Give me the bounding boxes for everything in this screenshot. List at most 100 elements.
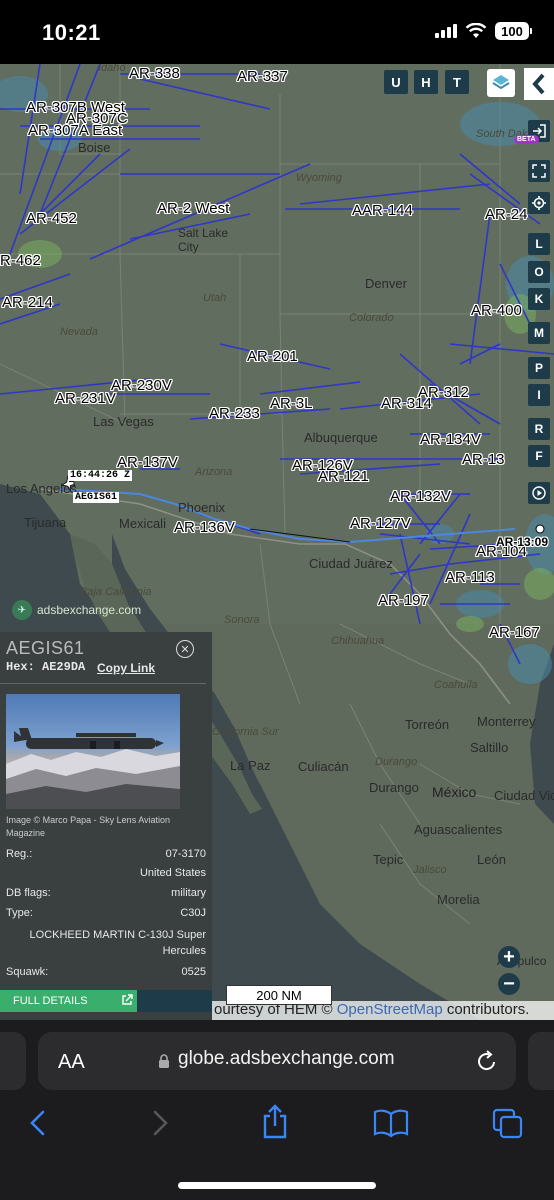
- db-flags-value: military: [171, 887, 206, 899]
- type-label: Type:: [6, 907, 33, 919]
- route-label[interactable]: AR-13: [462, 452, 505, 467]
- close-panel-button[interactable]: ✕: [176, 640, 194, 658]
- route-label[interactable]: AR-137V: [117, 455, 178, 470]
- bookmarks-icon[interactable]: [373, 1108, 409, 1138]
- state-baja-california: Baja California: [80, 586, 152, 598]
- address-bar[interactable]: AA globe.adsbexchange.com: [38, 1032, 516, 1090]
- state-arizona: Arizona: [195, 466, 233, 478]
- route-label[interactable]: AR-113: [445, 570, 495, 585]
- status-time: 10:21: [42, 20, 101, 45]
- route-label[interactable]: AR-314: [381, 396, 432, 411]
- route-label[interactable]: AR-24: [485, 207, 528, 222]
- aircraft-photo-image: [6, 728, 180, 809]
- replay-button[interactable]: [528, 482, 550, 504]
- reader-settings-button[interactable]: AA: [58, 1051, 85, 1074]
- layers-button[interactable]: [487, 69, 515, 97]
- route-label[interactable]: AR-136V: [174, 520, 235, 535]
- settings-button[interactable]: [528, 192, 550, 214]
- collapse-sidebar-button[interactable]: [524, 68, 554, 100]
- state-colorado: Colorado: [349, 312, 394, 324]
- place-los-angeles: Los Angeles: [6, 481, 77, 496]
- map-button-i[interactable]: I: [528, 384, 550, 406]
- route-label[interactable]: AR-230V: [111, 378, 172, 393]
- url-text[interactable]: globe.adsbexchange.com: [178, 1048, 395, 1070]
- reg-value: 07-3170: [165, 848, 206, 860]
- place-saltillo: Saltillo: [470, 740, 509, 755]
- route-label[interactable]: AR-201: [247, 349, 298, 364]
- reg-label: Reg.:: [6, 848, 33, 860]
- cellular-signal-icon: [435, 24, 457, 38]
- back-icon[interactable]: [28, 1108, 48, 1138]
- place-las-vegas: Las Vegas: [93, 414, 154, 429]
- route-label[interactable]: AR-134V: [420, 432, 481, 447]
- route-label[interactable]: AR-132V: [390, 489, 451, 504]
- previous-tab-preview[interactable]: [0, 1032, 26, 1090]
- panel-callsign: AEGIS61: [6, 638, 85, 658]
- gear-icon: [532, 196, 546, 210]
- full-details-button[interactable]: FULL DETAILS: [0, 990, 137, 1012]
- map-button-m[interactable]: M: [528, 322, 550, 344]
- map-button-h[interactable]: H: [414, 70, 438, 94]
- route-label[interactable]: AR-214: [2, 295, 53, 310]
- aircraft-callsign-label[interactable]: AEGIS61: [73, 492, 120, 503]
- route-label[interactable]: AR-3L: [270, 396, 313, 411]
- state-utah: Utah: [203, 292, 227, 304]
- copy-link-button[interactable]: Copy Link: [97, 661, 155, 675]
- route-label[interactable]: AR-2 West: [157, 201, 229, 216]
- map-button-k[interactable]: K: [528, 288, 550, 310]
- place-tijuana: Tijuana: [24, 515, 67, 530]
- forward-icon[interactable]: [150, 1108, 170, 1138]
- hex-label: Hex:: [6, 660, 35, 674]
- hex-value: AE29DA: [42, 660, 86, 674]
- openstreetmap-link[interactable]: OpenStreetMap: [337, 1001, 443, 1018]
- state-baja-california-sur: California Sur: [212, 726, 279, 738]
- map-button-o[interactable]: O: [528, 261, 550, 283]
- aircraft-photo[interactable]: [6, 694, 180, 809]
- place-phoenix: Phoenix: [178, 500, 225, 515]
- play-circle-icon: [532, 486, 546, 500]
- map-button-r[interactable]: R: [528, 418, 550, 440]
- tabs-icon[interactable]: [492, 1108, 524, 1140]
- route-label[interactable]: AR-452: [26, 211, 77, 226]
- route-label[interactable]: AR-400: [471, 303, 522, 318]
- adsbexchange-logo: ✈ adsbexchange.com: [12, 600, 141, 620]
- place-torreon: Torreón: [405, 717, 450, 732]
- fullscreen-button[interactable]: [528, 160, 550, 182]
- route-label[interactable]: AR-338: [129, 66, 180, 81]
- route-label[interactable]: AR-307A East: [28, 123, 122, 138]
- share-icon[interactable]: [260, 1104, 290, 1140]
- route-label[interactable]: AAR-144: [352, 203, 413, 218]
- route-label[interactable]: AR-167: [489, 625, 540, 640]
- external-link-icon: [122, 994, 133, 1005]
- route-label[interactable]: AR-337: [237, 69, 288, 84]
- route-label[interactable]: AR-231V: [55, 391, 116, 406]
- next-tab-preview[interactable]: [528, 1032, 554, 1090]
- route-label[interactable]: AR-197: [378, 593, 429, 608]
- route-label[interactable]: AR-233: [209, 406, 260, 421]
- map-button-u[interactable]: U: [384, 70, 408, 94]
- squawk-value: 0525: [181, 966, 206, 978]
- place-la-paz: La Paz: [230, 758, 271, 773]
- zoom-in-button[interactable]: +: [498, 946, 520, 968]
- db-flags-label: DB flags:: [6, 887, 51, 899]
- map-button-p[interactable]: P: [528, 357, 550, 379]
- route-label[interactable]: AR-121: [318, 469, 369, 484]
- map-button-f[interactable]: F: [528, 445, 550, 467]
- place-tepic: Tepic: [373, 852, 404, 867]
- zoom-out-button[interactable]: −: [498, 973, 520, 995]
- type-full-name: LOCKHEED MARTIN C-130J Super Hercules: [29, 929, 206, 957]
- status-icons: 100: [435, 22, 532, 40]
- reload-icon[interactable]: [476, 1049, 498, 1073]
- home-indicator[interactable]: [178, 1182, 376, 1189]
- reg-row: Reg.: 07-3170: [6, 848, 206, 860]
- attribution-suffix: contributors.: [442, 1001, 530, 1018]
- route-label[interactable]: AR-127V: [350, 516, 411, 531]
- map-button-t[interactable]: T: [445, 70, 469, 94]
- route-label[interactable]: AR-462: [0, 253, 41, 268]
- place-ciudad-victoria: Ciudad Victoria: [494, 788, 554, 803]
- route-label[interactable]: AR-13:09: [496, 536, 548, 548]
- battery-icon: 100: [495, 22, 532, 40]
- aircraft-info-panel: AEGIS61 ✕ Hex: AE29DA Copy Link Image © …: [0, 632, 212, 1020]
- map-button-l[interactable]: L: [528, 233, 550, 255]
- status-bar: 10:21 100: [0, 0, 554, 64]
